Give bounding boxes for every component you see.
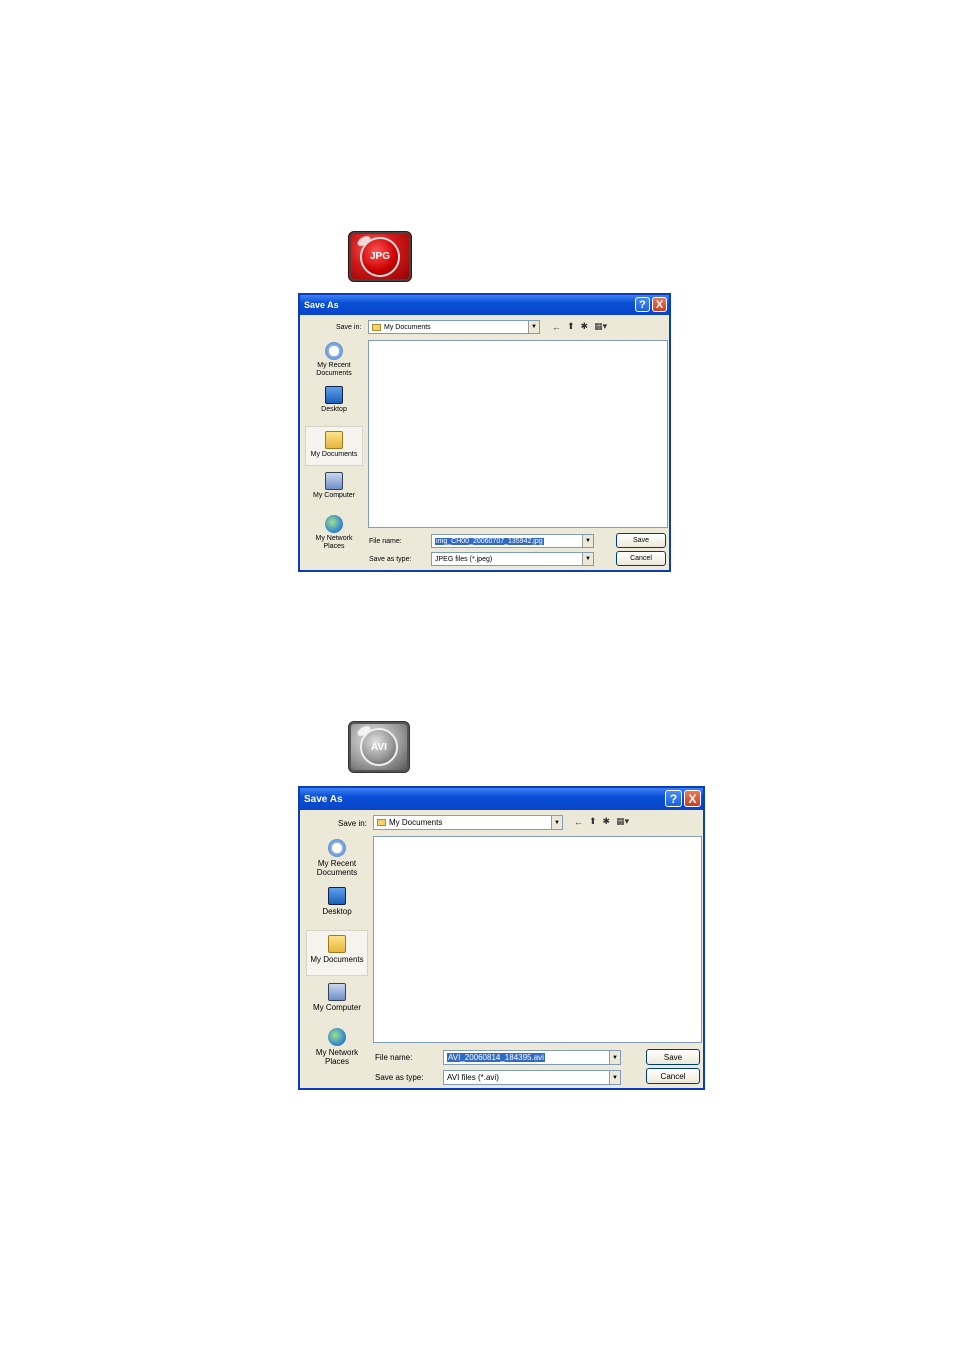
save-in-label: Save in: bbox=[338, 819, 367, 828]
my-computer-icon bbox=[325, 472, 343, 490]
folder-icon bbox=[377, 819, 386, 826]
save-button[interactable]: Save bbox=[616, 533, 666, 548]
place-my-network-places[interactable]: My Network Places bbox=[305, 515, 363, 551]
save-in-value: My Documents bbox=[389, 818, 443, 827]
avi-label: AVI bbox=[371, 741, 387, 753]
chevron-down-icon[interactable]: ▼ bbox=[582, 535, 593, 547]
my-documents-icon bbox=[328, 935, 346, 953]
place-label: My Recent Documents bbox=[316, 859, 358, 877]
file-name-value: img_CH00_20060707_135942.jpg bbox=[435, 537, 544, 545]
place-desktop[interactable]: Desktop bbox=[308, 887, 366, 916]
file-name-label: File name: bbox=[375, 1053, 413, 1062]
network-places-icon bbox=[325, 515, 343, 533]
file-name-label: File name: bbox=[369, 538, 402, 545]
save-as-dialog-avi: Save As ? X Save in: My Documents ▼ ← ⬆ … bbox=[298, 786, 705, 1090]
place-label: My Computer bbox=[312, 1003, 361, 1012]
file-name-input[interactable]: img_CH00_20060707_135942.jpg ▼ bbox=[431, 534, 594, 548]
place-label: Desktop bbox=[322, 907, 352, 916]
save-in-value: My Documents bbox=[384, 323, 431, 331]
help-button[interactable]: ? bbox=[665, 790, 682, 807]
help-icon: ? bbox=[669, 791, 678, 806]
close-button[interactable]: X bbox=[684, 790, 701, 807]
save-as-type-select[interactable]: AVI files (*.avi) ▼ bbox=[443, 1070, 621, 1085]
place-label: My Documents bbox=[310, 451, 358, 458]
recent-documents-icon bbox=[325, 342, 343, 360]
place-my-documents[interactable]: My Documents bbox=[306, 930, 368, 976]
place-my-computer[interactable]: My Computer bbox=[305, 472, 363, 500]
place-label: My Recent Documents bbox=[316, 362, 352, 377]
place-my-documents[interactable]: My Documents bbox=[305, 426, 363, 466]
place-label: Desktop bbox=[321, 406, 347, 413]
toolbar: ← ⬆ ✱ ▦▾ bbox=[574, 816, 629, 827]
title-bar[interactable]: Save As ? X bbox=[300, 295, 669, 315]
file-list[interactable] bbox=[373, 836, 702, 1043]
cancel-button[interactable]: Cancel bbox=[616, 551, 666, 566]
cancel-button[interactable]: Cancel bbox=[646, 1068, 700, 1084]
chevron-down-icon[interactable]: ▼ bbox=[609, 1051, 620, 1064]
help-button[interactable]: ? bbox=[635, 297, 650, 312]
save-as-type-select[interactable]: JPEG files (*.jpeg) ▼ bbox=[431, 552, 594, 566]
dialog-title: Save As bbox=[304, 300, 339, 310]
file-name-input[interactable]: AVI_20060814_184395.avi ▼ bbox=[443, 1050, 621, 1065]
new-folder-icon[interactable]: ✱ bbox=[603, 816, 611, 827]
place-desktop[interactable]: Desktop bbox=[305, 386, 363, 414]
chevron-down-icon[interactable]: ▼ bbox=[582, 553, 593, 565]
jpg-icon: JPG bbox=[360, 236, 400, 277]
place-label: My Network Places bbox=[315, 1048, 359, 1066]
file-name-value: AVI_20060814_184395.avi bbox=[447, 1053, 545, 1062]
avi-record-button[interactable]: AVI bbox=[348, 721, 410, 773]
chevron-down-icon[interactable]: ▼ bbox=[609, 1071, 620, 1084]
avi-icon: AVI bbox=[360, 728, 398, 766]
chevron-down-icon[interactable]: ▼ bbox=[551, 816, 562, 829]
close-icon: X bbox=[688, 791, 697, 806]
folder-icon bbox=[372, 323, 381, 331]
desktop-icon bbox=[325, 386, 343, 404]
save-as-type-label: Save as type: bbox=[375, 1073, 424, 1082]
place-label: My Computer bbox=[312, 492, 355, 499]
place-label: My Network Places bbox=[315, 535, 353, 550]
new-folder-icon[interactable]: ✱ bbox=[581, 321, 589, 332]
recent-documents-icon bbox=[328, 839, 346, 857]
desktop-icon bbox=[328, 887, 346, 905]
help-icon: ? bbox=[639, 298, 646, 311]
my-computer-icon bbox=[328, 983, 346, 1001]
toolbar: ← ⬆ ✱ ▦▾ bbox=[552, 321, 607, 332]
back-icon[interactable]: ← bbox=[552, 322, 561, 332]
up-folder-icon[interactable]: ⬆ bbox=[589, 816, 597, 827]
place-label: My Documents bbox=[310, 955, 364, 964]
save-as-type-value: JPEG files (*.jpeg) bbox=[435, 555, 493, 563]
place-my-recent-documents[interactable]: My Recent Documents bbox=[308, 839, 366, 877]
save-button[interactable]: Save bbox=[646, 1049, 700, 1065]
chevron-down-icon[interactable]: ▼ bbox=[528, 321, 539, 333]
place-my-recent-documents[interactable]: My Recent Documents bbox=[305, 342, 363, 378]
save-in-combo[interactable]: My Documents ▼ bbox=[368, 320, 540, 334]
close-button[interactable]: X bbox=[652, 297, 667, 312]
file-list[interactable] bbox=[368, 340, 668, 528]
my-documents-icon bbox=[325, 431, 343, 449]
views-menu-icon[interactable]: ▦▾ bbox=[594, 321, 607, 332]
save-in-label: Save in: bbox=[336, 324, 362, 331]
save-as-dialog-jpg: Save As ? X Save in: My Documents ▼ ← ⬆ … bbox=[298, 293, 671, 572]
network-places-icon bbox=[328, 1028, 346, 1046]
close-icon: X bbox=[655, 298, 664, 311]
back-icon[interactable]: ← bbox=[574, 817, 583, 827]
jpg-snapshot-button[interactable]: JPG bbox=[348, 231, 412, 282]
up-folder-icon[interactable]: ⬆ bbox=[567, 321, 575, 332]
jpg-label: JPG bbox=[369, 251, 390, 262]
save-in-combo[interactable]: My Documents ▼ bbox=[373, 815, 563, 830]
save-as-type-value: AVI files (*.avi) bbox=[447, 1073, 499, 1082]
place-my-computer[interactable]: My Computer bbox=[308, 983, 366, 1012]
dialog-title: Save As bbox=[304, 793, 343, 805]
title-bar[interactable]: Save As ? X bbox=[300, 788, 703, 810]
views-menu-icon[interactable]: ▦▾ bbox=[616, 816, 629, 827]
place-my-network-places[interactable]: My Network Places bbox=[308, 1028, 366, 1066]
save-as-type-label: Save as type: bbox=[369, 556, 412, 563]
